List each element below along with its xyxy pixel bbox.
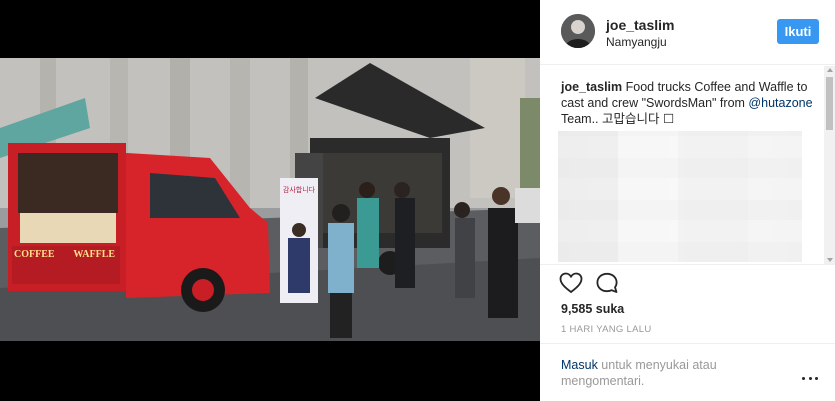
comments-scrollbar[interactable] [824, 66, 835, 264]
banner-text: 감사합니다 [282, 187, 316, 194]
truck-sign-coffee: COFFEE [14, 249, 55, 260]
post-timestamp[interactable]: 1 HARI YANG LALU [561, 324, 652, 335]
location[interactable]: Namyangju [606, 35, 667, 49]
more-options-icon[interactable] [802, 374, 818, 382]
scroll-up-arrow-icon[interactable] [827, 68, 833, 72]
scrollbar-thumb[interactable] [826, 77, 833, 130]
login-footer: Masuk untuk menyukai atau mengomentari. [540, 343, 835, 401]
follow-button[interactable]: Ikuti [777, 19, 819, 44]
post-side-panel: joe_taslim Namyangju Ikuti joe_taslim Fo… [540, 0, 835, 401]
login-link[interactable]: Masuk [561, 358, 598, 372]
heart-icon[interactable] [559, 272, 583, 294]
post-photo[interactable]: COFFEE WAFFLE 감사합니다 [0, 58, 540, 341]
caption-username[interactable]: joe_taslim [561, 80, 622, 94]
login-prompt: Masuk untuk menyukai atau mengomentari. [561, 357, 761, 389]
scroll-down-arrow-icon[interactable] [827, 258, 833, 262]
truck-sign-waffle: WAFFLE [73, 249, 116, 260]
action-bar [540, 264, 835, 298]
username[interactable]: joe_taslim [606, 17, 674, 33]
truck-sign: COFFEE WAFFLE [14, 249, 118, 285]
avatar[interactable] [561, 14, 595, 48]
caption-mention[interactable]: @hutazone [748, 96, 812, 110]
likes-count[interactable]: 9,585 suka [561, 302, 624, 316]
post-header: joe_taslim Namyangju Ikuti [540, 0, 835, 65]
photo-panel: COFFEE WAFFLE 감사합니다 [0, 0, 540, 401]
blurred-comments [558, 131, 802, 262]
caption-text-2: Team.. 고맙습니다 ☐ [561, 112, 675, 126]
comments-area: joe_taslim Food trucks Coffee and Waffle… [540, 66, 835, 262]
comment-bubble-icon[interactable] [595, 272, 619, 294]
caption: joe_taslim Food trucks Coffee and Waffle… [561, 79, 823, 127]
